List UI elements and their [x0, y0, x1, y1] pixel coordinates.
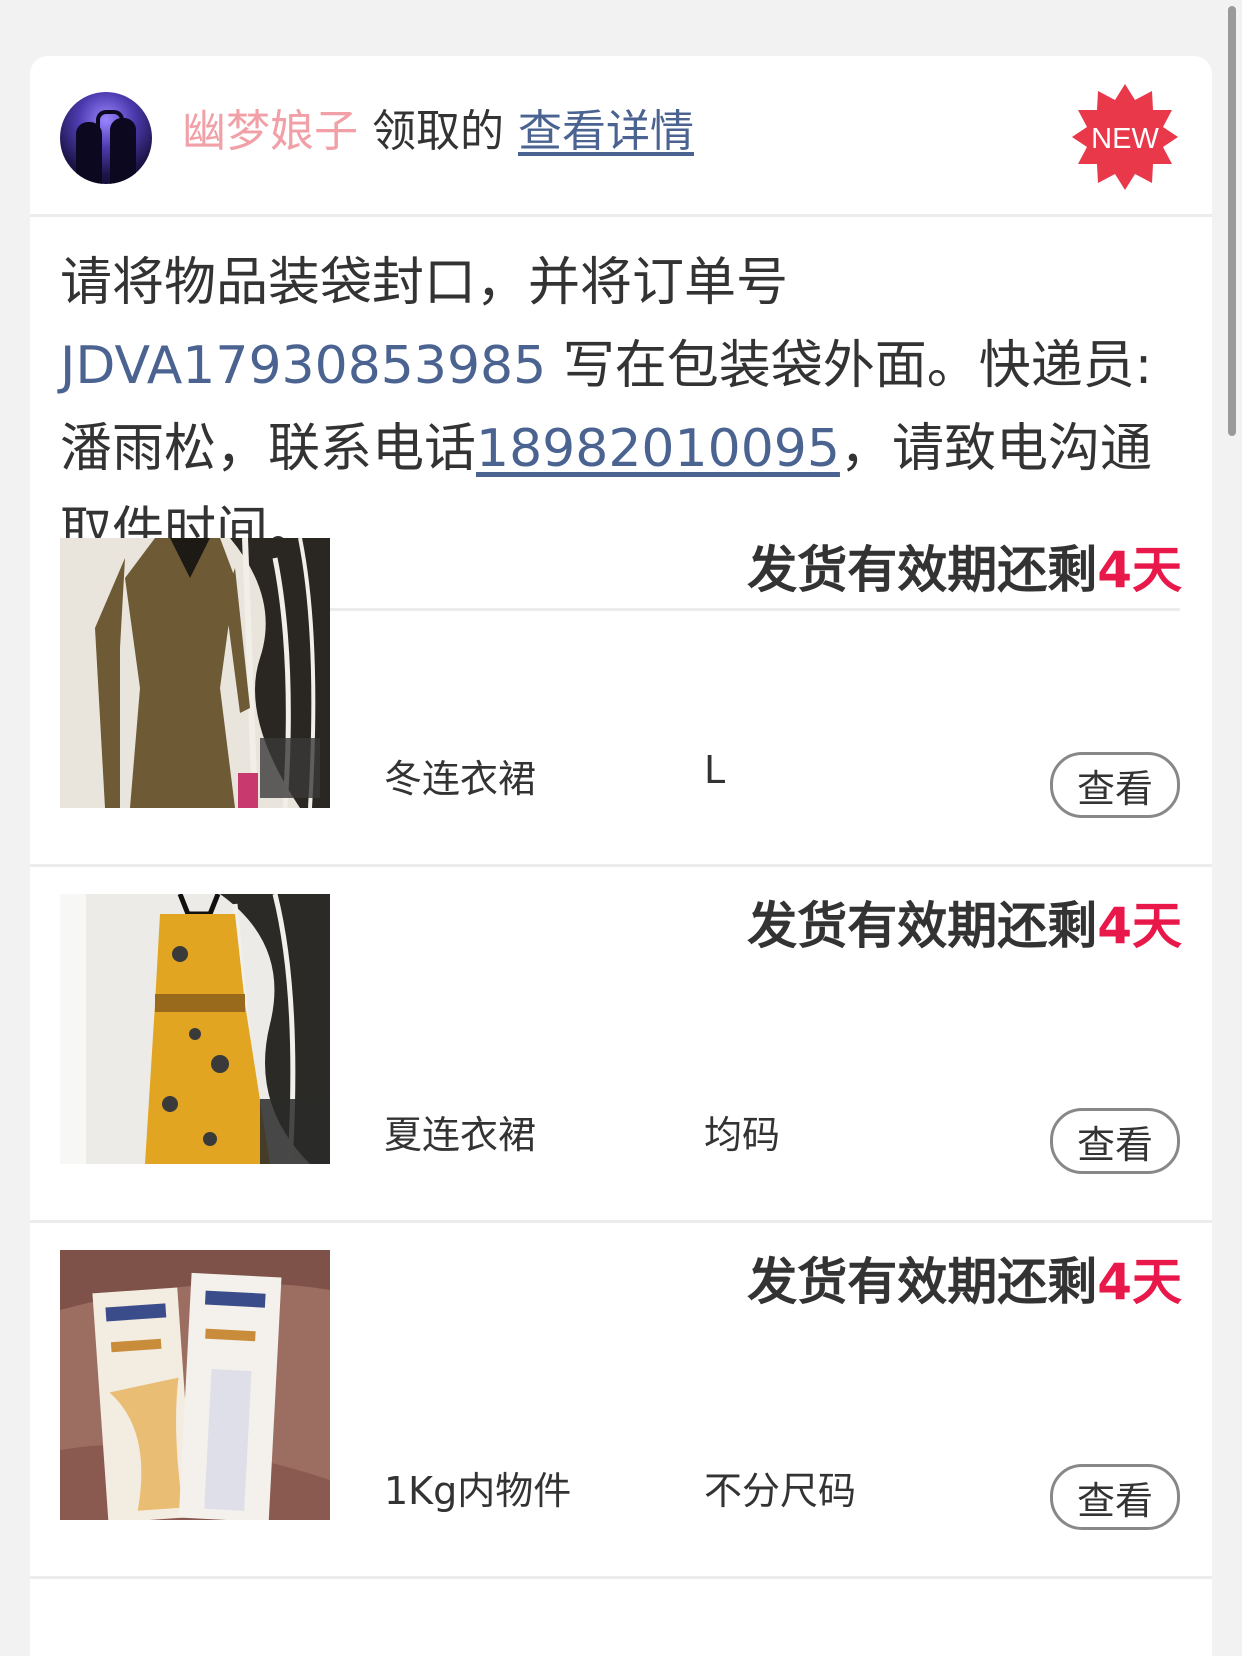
item-name: 冬连衣裙 — [384, 757, 537, 801]
scrollbar-thumb[interactable] — [1228, 6, 1236, 436]
item-size: 不分尺码 — [704, 1469, 857, 1513]
new-badge-icon: NEW — [1072, 84, 1178, 190]
item-thumbnail[interactable] — [60, 538, 330, 808]
view-item-button[interactable]: 查看 — [1050, 752, 1180, 818]
order-number: JDVA17930853985 — [60, 336, 547, 396]
item-row: 发货有效期还剩4天 夏连衣裙 均码 查看 — [30, 864, 1212, 1223]
item-thumbnail[interactable] — [60, 1250, 330, 1520]
view-item-button[interactable]: 查看 — [1050, 1464, 1180, 1530]
avatar[interactable] — [60, 92, 152, 184]
item-size: 均码 — [704, 1113, 781, 1157]
view-details-link[interactable]: 查看详情 — [518, 106, 694, 157]
order-card: 幽梦娘子 领取的 查看详情 NEW 请将物品装袋封口，并将订单号 JDVA179… — [30, 56, 1212, 1656]
view-item-button[interactable]: 查看 — [1050, 1108, 1180, 1174]
card-header: 幽梦娘子 领取的 查看详情 NEW — [30, 56, 1212, 217]
item-thumbnail[interactable] — [60, 894, 330, 1164]
item-row: 发货有效期还剩4天 冬连衣裙 L 查看 — [30, 508, 1212, 867]
item-name: 夏连衣裙 — [384, 1113, 537, 1157]
new-badge-label: NEW — [1091, 123, 1159, 155]
countdown-days: 4天 — [1097, 897, 1182, 955]
ship-deadline-text: 发货有效期还剩4天 — [747, 886, 1182, 958]
item-name: 1Kg内物件 — [384, 1469, 572, 1513]
instruction-text-1: 请将物品装袋封口，并将订单号 — [60, 253, 789, 313]
countdown-prefix: 发货有效期还剩 — [747, 897, 1098, 955]
username[interactable]: 幽梦娘子 — [182, 106, 358, 157]
avatar-heart — [96, 110, 124, 130]
countdown-days: 4天 — [1097, 541, 1182, 599]
ship-deadline-text: 发货有效期还剩4天 — [747, 530, 1182, 602]
claimed-label: 领取的 — [372, 106, 504, 157]
item-size: L — [704, 748, 726, 792]
countdown-days: 4天 — [1097, 1253, 1182, 1311]
countdown-prefix: 发货有效期还剩 — [747, 541, 1098, 599]
countdown-prefix: 发货有效期还剩 — [747, 1253, 1098, 1311]
avatar-figure-left — [76, 122, 102, 184]
ship-deadline-text: 发货有效期还剩4天 — [747, 1242, 1182, 1314]
item-row: 发货有效期还剩4天 1Kg内物件 不分尺码 查看 — [30, 1220, 1212, 1579]
courier-phone-link[interactable]: 18982010095 — [476, 419, 840, 479]
claim-line: 幽梦娘子 领取的 查看详情 — [182, 102, 694, 162]
